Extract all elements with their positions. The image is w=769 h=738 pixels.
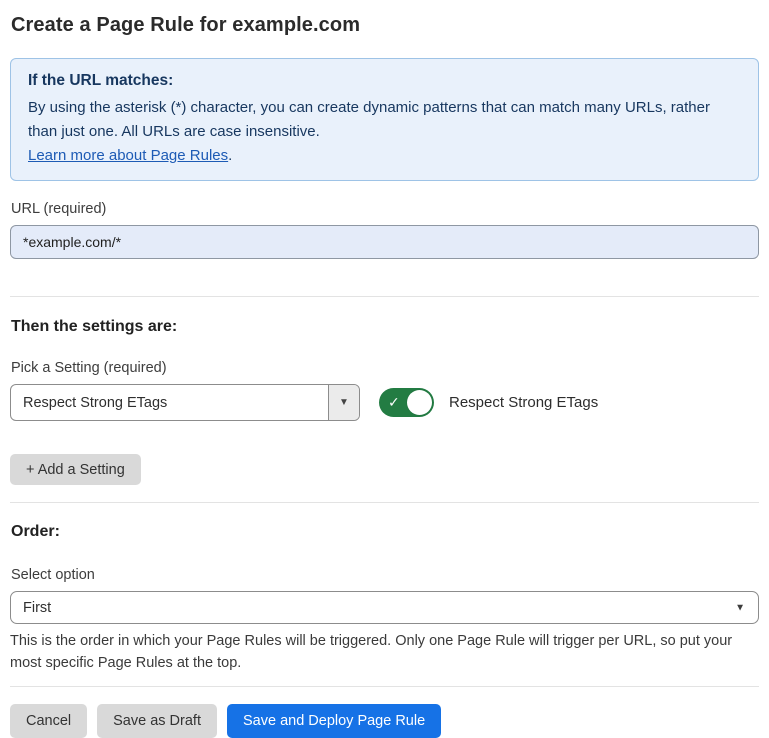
divider xyxy=(10,502,759,503)
setting-select-value: Respect Strong ETags xyxy=(11,385,328,420)
check-icon: ✓ xyxy=(388,394,400,411)
chevron-down-icon: ▼ xyxy=(339,397,349,408)
order-help-text: This is the order in which your Page Rul… xyxy=(10,630,755,674)
order-section-heading: Order: xyxy=(11,523,759,541)
info-link-row: Learn more about Page Rules. xyxy=(28,144,741,168)
form-actions: Cancel Save as Draft Save and Deploy Pag… xyxy=(10,704,759,738)
toggle-knob xyxy=(407,390,432,415)
pick-setting-label: Pick a Setting (required) xyxy=(11,360,759,376)
setting-select-arrow-button[interactable]: ▼ xyxy=(328,385,359,420)
url-input[interactable] xyxy=(10,225,759,259)
link-period: . xyxy=(228,147,232,164)
setting-row: Respect Strong ETags ▼ ✓ Respect Strong … xyxy=(10,384,759,421)
page-rule-form: Create a Page Rule for example.com If th… xyxy=(0,0,769,738)
respect-strong-etags-toggle[interactable]: ✓ xyxy=(379,388,434,417)
info-box-heading: If the URL matches: xyxy=(28,72,741,90)
setting-toggle-wrap: ✓ Respect Strong ETags xyxy=(379,388,598,417)
order-select-label: Select option xyxy=(11,567,759,583)
add-setting-button[interactable]: + Add a Setting xyxy=(10,454,141,485)
setting-select[interactable]: Respect Strong ETags ▼ xyxy=(10,384,360,421)
save-and-deploy-button[interactable]: Save and Deploy Page Rule xyxy=(227,704,441,738)
url-match-info-box: If the URL matches: By using the asteris… xyxy=(10,58,759,181)
divider xyxy=(10,686,759,687)
order-select-value: First xyxy=(23,600,51,616)
save-as-draft-button[interactable]: Save as Draft xyxy=(97,704,217,738)
settings-section-heading: Then the settings are: xyxy=(11,318,759,336)
toggle-label: Respect Strong ETags xyxy=(449,394,598,411)
divider xyxy=(10,296,759,297)
chevron-down-icon: ▼ xyxy=(735,602,745,613)
cancel-button[interactable]: Cancel xyxy=(10,704,87,738)
learn-more-link[interactable]: Learn more about Page Rules xyxy=(28,147,228,164)
order-select[interactable]: First ▼ xyxy=(10,591,759,624)
url-field-label: URL (required) xyxy=(11,201,759,217)
page-title: Create a Page Rule for example.com xyxy=(11,14,759,37)
info-box-body: By using the asterisk (*) character, you… xyxy=(28,96,741,144)
